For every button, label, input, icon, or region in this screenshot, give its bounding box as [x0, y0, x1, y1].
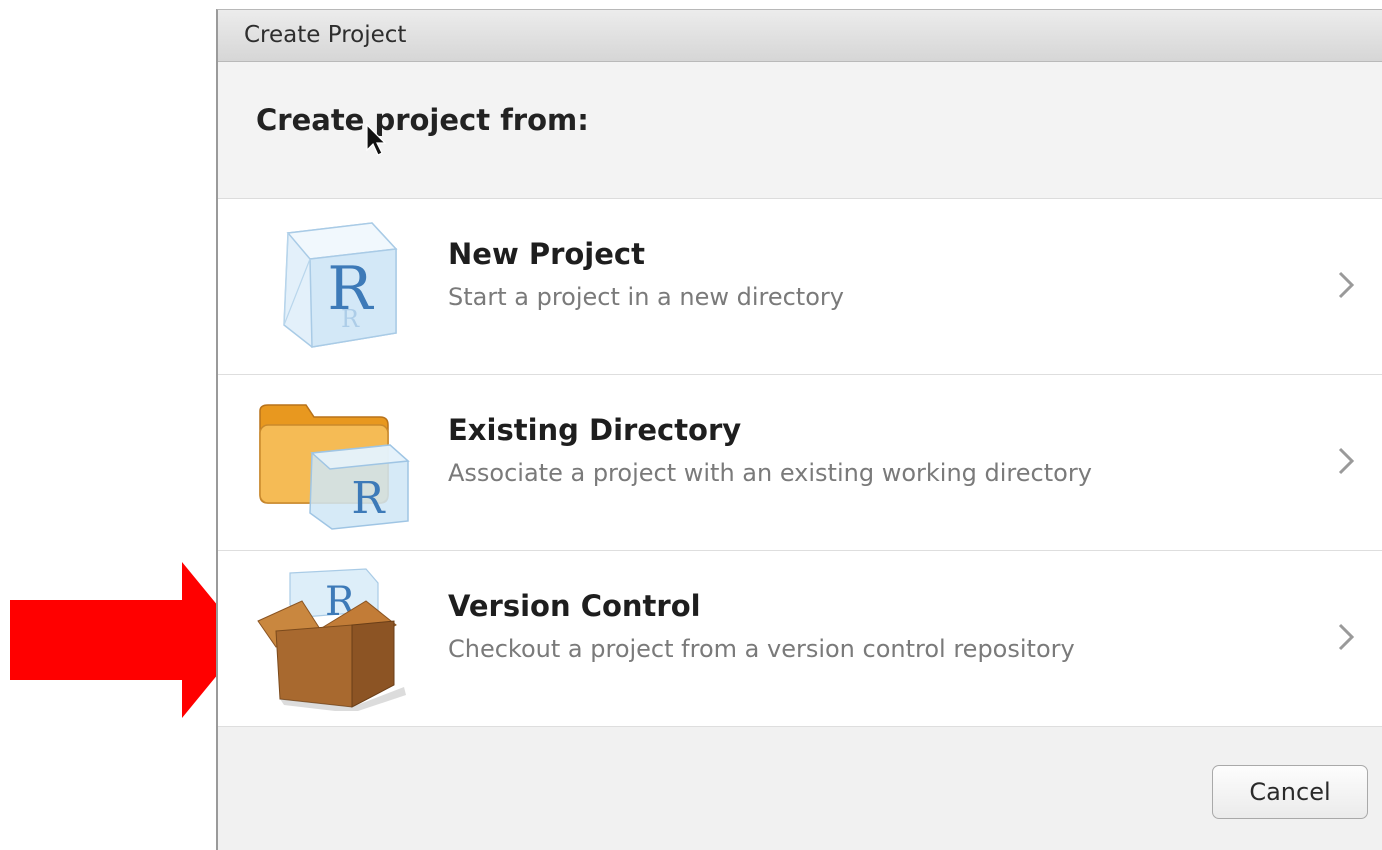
option-title: Existing Directory [448, 413, 742, 447]
svg-text:R: R [341, 305, 360, 333]
r-cube-icon: R R [283, 222, 398, 348]
dialog-header: Create project from: [218, 62, 1382, 199]
option-description: Checkout a project from a version contro… [448, 635, 1075, 663]
cancel-button[interactable]: Cancel [1212, 765, 1368, 819]
folder-r-icon: R [259, 404, 410, 530]
screenshot-stage: Create Project Create project from: R R [0, 0, 1382, 850]
dialog-titlebar[interactable]: Create Project [218, 10, 1382, 62]
option-new-project[interactable]: R R New Project Start a project in a new… [218, 199, 1382, 375]
option-title: Version Control [448, 589, 701, 623]
svg-text:R: R [351, 473, 386, 524]
option-existing-directory[interactable]: R Existing Directory Associate a project… [218, 375, 1382, 551]
box-r-icon: R [257, 568, 406, 711]
chevron-right-icon [1338, 447, 1355, 475]
dialog-title: Create Project [244, 22, 407, 48]
project-options-list: R R New Project Start a project in a new… [218, 199, 1382, 727]
option-description: Start a project in a new directory [448, 283, 844, 311]
annotation-arrow [10, 562, 246, 718]
chevron-right-icon [1338, 271, 1355, 299]
create-project-dialog: Create Project Create project from: R R [216, 9, 1382, 850]
chevron-right-icon [1338, 623, 1355, 651]
dialog-heading: Create project from: [256, 103, 589, 137]
option-title: New Project [448, 237, 645, 271]
option-description: Associate a project with an existing wor… [448, 459, 1092, 487]
option-version-control[interactable]: R Version Control Checkout a project fro… [218, 551, 1382, 727]
mouse-cursor-icon [366, 124, 387, 156]
dialog-footer: Cancel [218, 727, 1382, 850]
